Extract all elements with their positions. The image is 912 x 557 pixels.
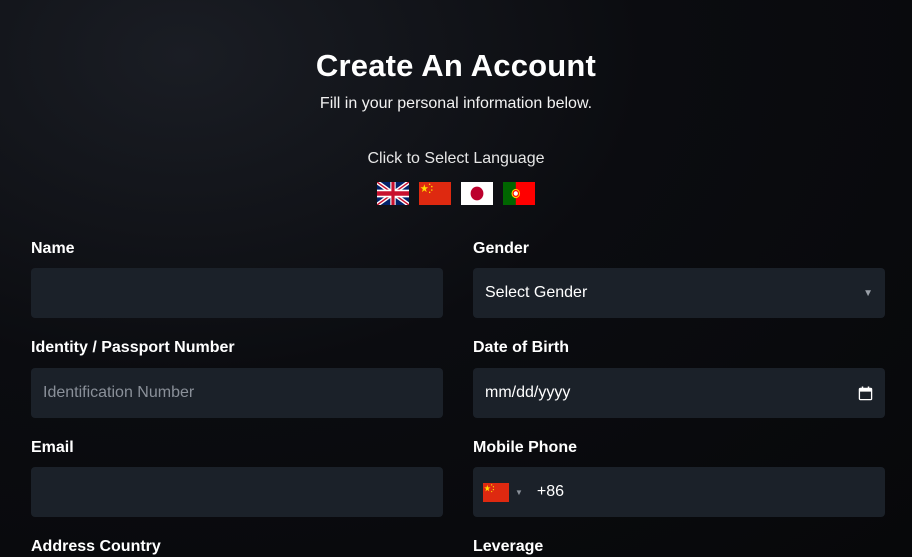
dob-value: mm/dd/yyyy — [485, 384, 571, 401]
email-label: Email — [31, 439, 74, 456]
china-flag-icon[interactable] — [419, 182, 451, 205]
page-title: Create An Account — [315, 48, 597, 83]
calendar-icon[interactable] — [858, 385, 873, 401]
page-subtitle: Fill in your personal information below. — [319, 95, 593, 112]
portugal-flag-icon[interactable] — [503, 182, 535, 205]
chevron-down-icon: ▼ — [863, 287, 873, 299]
dob-field[interactable]: mm/dd/yyyy — [473, 368, 885, 418]
gender-select-value: Select Gender — [485, 284, 588, 301]
leverage-label: Leverage — [473, 538, 544, 555]
china-flag-icon[interactable] — [483, 482, 509, 502]
gender-label: Gender — [473, 240, 530, 257]
language-flags — [0, 182, 912, 205]
mobile-label: Mobile Phone — [473, 439, 577, 456]
country-code: +86 — [536, 483, 565, 500]
name-label: Name — [31, 240, 75, 257]
language-prompt: Click to Select Language — [367, 150, 545, 167]
dob-label: Date of Birth — [473, 339, 569, 356]
identity-label: Identity / Passport Number — [31, 339, 235, 356]
japan-flag-icon[interactable] — [461, 182, 493, 205]
identity-field[interactable] — [31, 368, 443, 418]
name-field[interactable] — [31, 268, 443, 318]
address-country-label: Address Country — [31, 538, 161, 555]
gender-select[interactable]: Select Gender ▼ — [473, 268, 885, 318]
mobile-phone-field[interactable]: ▼ +86 — [473, 467, 885, 517]
email-field[interactable] — [31, 467, 443, 517]
country-code-dropdown-icon[interactable]: ▼ — [515, 488, 523, 497]
uk-flag-icon[interactable] — [377, 182, 409, 205]
